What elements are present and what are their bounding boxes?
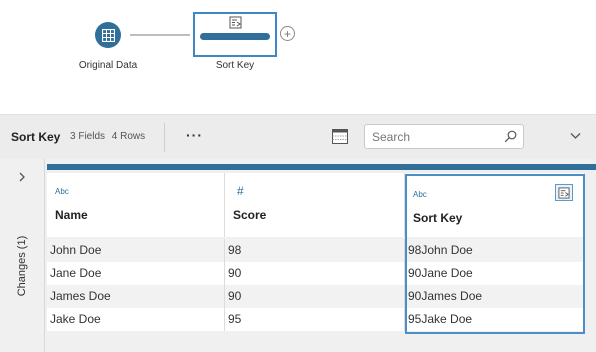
profile-toolbar: Sort Key 3 Fields 4 Rows ··· xyxy=(0,114,596,159)
search-icon[interactable] xyxy=(504,130,517,143)
toolbar-divider xyxy=(164,123,165,152)
string-type-icon[interactable]: Abc xyxy=(55,187,69,196)
column-name[interactable]: Abc Name John Doe Jane Doe James Doe Jak… xyxy=(47,173,225,348)
chevron-right-icon[interactable] xyxy=(16,171,28,183)
changes-label[interactable]: Changes (1) xyxy=(16,221,28,311)
column-title: Score xyxy=(233,208,267,222)
step-summary: 3 Fields 4 Rows xyxy=(70,131,145,142)
input-node[interactable] xyxy=(95,22,121,48)
column-header-name[interactable]: Abc Name xyxy=(47,173,225,237)
calculated-field-icon xyxy=(229,16,242,29)
table-icon xyxy=(101,28,115,42)
add-step-button[interactable]: + xyxy=(280,26,295,41)
calculated-field-icon xyxy=(558,186,570,199)
column-header-sort-key[interactable]: Abc Sort Key xyxy=(405,173,585,237)
fields-count: 3 Fields xyxy=(70,131,106,142)
table-cell[interactable]: 90 xyxy=(225,262,405,285)
table-cell[interactable]: 98 xyxy=(225,239,405,262)
step-node-label: Sort Key xyxy=(215,60,255,71)
table-cell[interactable]: James Doe xyxy=(47,285,225,308)
profile-summary-bar xyxy=(47,164,596,170)
column-title: Name xyxy=(55,208,88,222)
data-grid-view-icon[interactable] xyxy=(332,129,348,144)
table-cell[interactable]: 98John Doe xyxy=(405,239,585,262)
column-header-score[interactable]: # Score xyxy=(225,173,405,237)
flow-canvas: Original Data Sort Key + xyxy=(0,0,596,114)
more-options-button[interactable]: ··· xyxy=(186,127,203,143)
data-grid: Abc Name John Doe Jane Doe James Doe Jak… xyxy=(45,159,596,352)
table-cell[interactable]: John Doe xyxy=(47,239,225,262)
chevron-down-icon[interactable] xyxy=(569,129,582,142)
search-input[interactable] xyxy=(364,124,524,149)
string-type-icon[interactable]: Abc xyxy=(413,190,427,199)
column-score[interactable]: # Score 98 90 90 95 xyxy=(225,173,405,348)
table-cell[interactable]: Jake Doe xyxy=(47,308,225,331)
step-node-bar xyxy=(200,33,270,40)
sort-key-step-node[interactable] xyxy=(193,12,277,57)
plus-icon: + xyxy=(283,26,291,41)
input-node-label: Original Data xyxy=(78,60,138,71)
calculated-field-button[interactable] xyxy=(555,184,573,201)
rows-count: 4 Rows xyxy=(111,131,146,142)
table-cell[interactable]: 95Jake Doe xyxy=(405,308,585,331)
number-type-icon[interactable]: # xyxy=(237,184,244,198)
table-cell[interactable]: 95 xyxy=(225,308,405,331)
column-sort-key[interactable]: Abc Sort Key 98John Doe 90Jane Doe 90Jam… xyxy=(405,173,585,348)
step-title: Sort Key xyxy=(11,130,61,144)
table-cell[interactable]: 90James Doe xyxy=(405,285,585,308)
changes-label-wrap: Changes (1) xyxy=(0,205,45,315)
column-title: Sort Key xyxy=(413,211,463,225)
flow-connector xyxy=(130,34,190,36)
table-cell[interactable]: Jane Doe xyxy=(47,262,225,285)
table-cell[interactable]: 90Jane Doe xyxy=(405,262,585,285)
table-cell[interactable]: 90 xyxy=(225,285,405,308)
